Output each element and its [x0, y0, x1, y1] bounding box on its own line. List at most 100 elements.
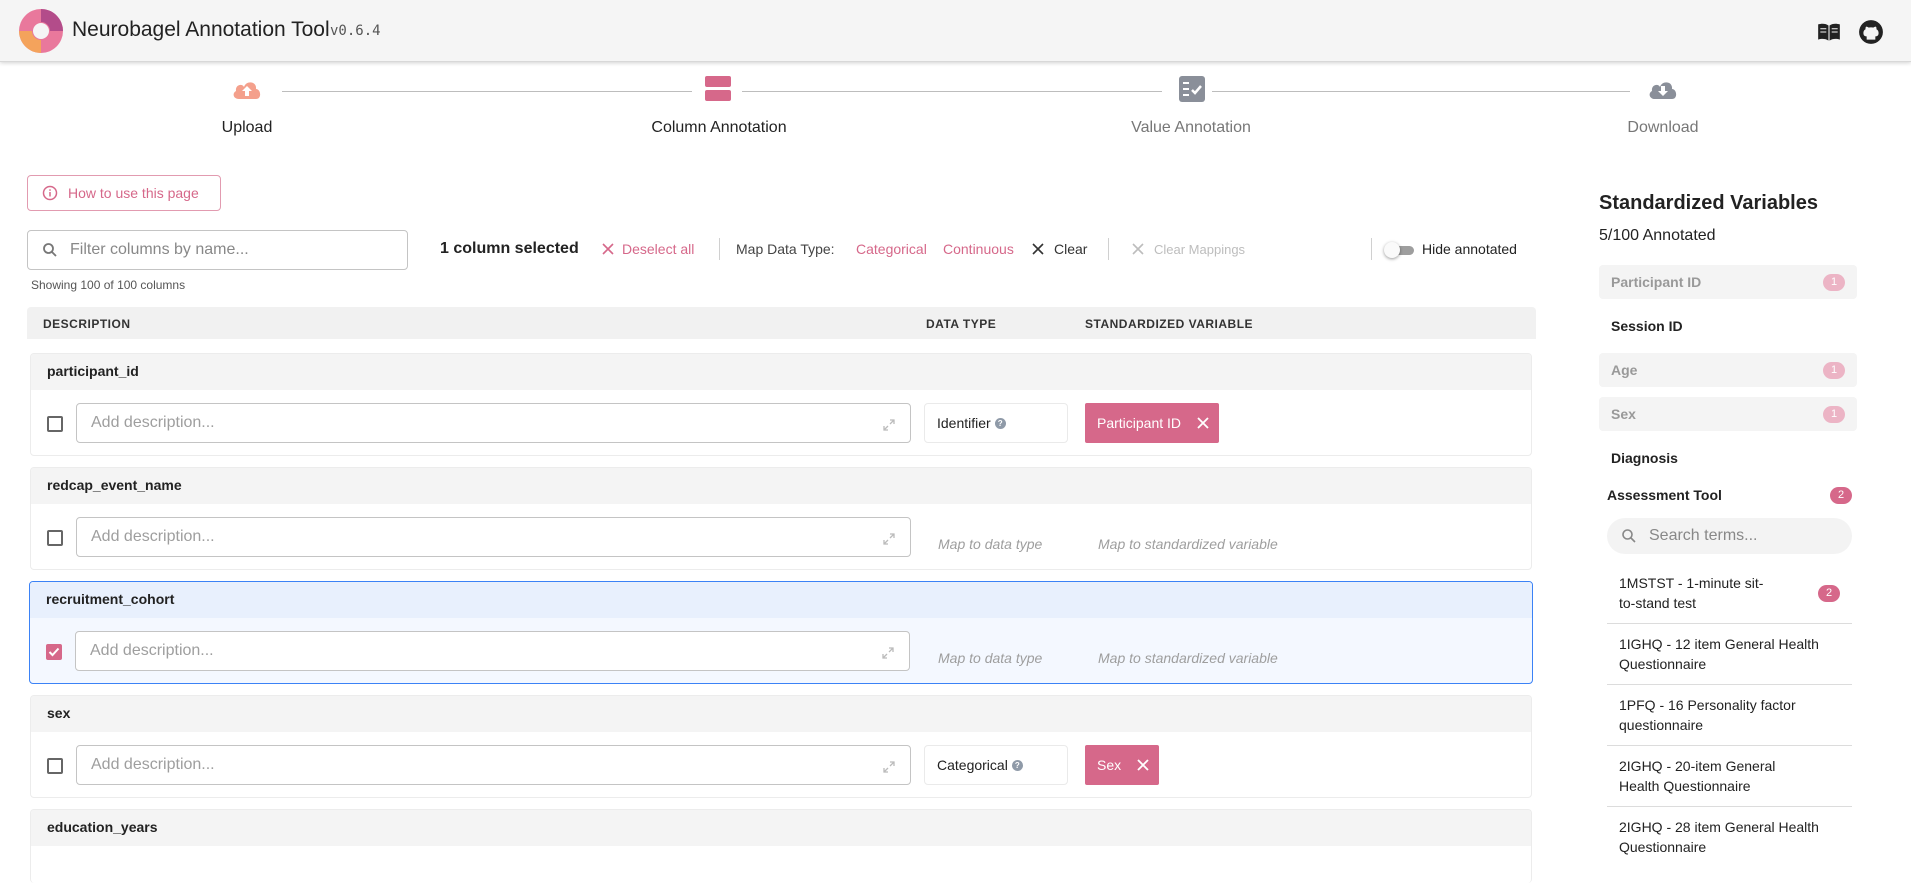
how-to-use-button[interactable]: How to use this page — [27, 175, 221, 211]
clear-label: Clear — [1054, 241, 1088, 257]
column-name: participant_id — [47, 363, 139, 379]
col-header-data-type: DATA TYPE — [926, 317, 997, 331]
close-icon — [602, 243, 614, 255]
variable-item-sex[interactable]: Sex 1 — [1599, 397, 1857, 431]
variable-placeholder[interactable]: Map to standardized variable — [1098, 650, 1278, 666]
col-header-description: DESCRIPTION — [43, 317, 131, 331]
variable-item-assessment-tool[interactable]: Assessment Tool 2 — [1604, 478, 1852, 512]
selection-count: 1 column selected — [440, 240, 579, 257]
github-icon[interactable] — [1858, 19, 1884, 45]
step-download[interactable]: Download — [1513, 119, 1813, 137]
data-type-display: Categorical ? — [924, 745, 1068, 785]
assessment-term-item[interactable]: 2IGHQ - 28 item General Health Questionn… — [1607, 807, 1852, 883]
filter-columns-input[interactable]: Filter columns by name... — [27, 230, 408, 270]
help-icon[interactable]: ? — [994, 417, 1006, 429]
column-row: participant_id Add description... Identi… — [30, 353, 1532, 456]
search-terms-input[interactable]: Search terms... — [1607, 518, 1852, 554]
variable-item-participant-id[interactable]: Participant ID 1 — [1599, 265, 1857, 299]
column-row: sex Add description... Categorical ? Sex — [30, 695, 1532, 798]
deselect-all-label: Deselect all — [622, 241, 695, 257]
description-input[interactable]: Add description... — [76, 517, 911, 557]
assessment-term-item[interactable]: 1IGHQ - 12 item General Health Questionn… — [1607, 624, 1852, 685]
map-continuous-button[interactable]: Continuous — [943, 238, 1014, 260]
count-badge: 1 — [1823, 274, 1845, 291]
showing-count: Showing 100 of 100 columns — [31, 278, 186, 292]
row-checkbox[interactable] — [47, 530, 63, 546]
count-badge: 2 — [1818, 585, 1840, 602]
columns-icon — [705, 76, 731, 101]
column-name: redcap_event_name — [47, 477, 182, 493]
neurobagel-logo — [19, 9, 63, 53]
expand-icon[interactable] — [882, 760, 896, 774]
col-header-standardized-variable: STANDARDIZED VARIABLE — [1085, 317, 1254, 331]
hide-annotated-label: Hide annotated — [1422, 241, 1517, 257]
column-name: sex — [47, 705, 71, 721]
standardized-variable-chip: Participant ID — [1085, 403, 1220, 443]
stepper-connector — [282, 91, 692, 92]
search-icon — [43, 243, 57, 257]
step-upload[interactable]: Upload — [97, 119, 397, 137]
data-type-placeholder[interactable]: Map to data type — [938, 650, 1042, 666]
step-column-annotation[interactable]: Column Annotation — [569, 119, 869, 137]
clear-mappings-button[interactable]: Clear Mappings — [1132, 238, 1245, 260]
clear-mappings-label: Clear Mappings — [1154, 241, 1246, 257]
expand-icon[interactable] — [882, 532, 896, 546]
toggle-knob — [1384, 242, 1400, 258]
assessment-term-item[interactable]: 1PFQ - 16 Personality factor questionnai… — [1607, 685, 1852, 746]
standardized-variable-chip: Sex — [1085, 745, 1160, 785]
variable-item-session-id[interactable]: Session ID — [1599, 309, 1857, 343]
description-input[interactable]: Add description... — [76, 745, 911, 785]
toolbar-divider — [1371, 238, 1372, 260]
remove-variable-icon[interactable] — [1197, 417, 1209, 429]
variable-item-age[interactable]: Age 1 — [1599, 353, 1857, 387]
stepper-connector — [742, 91, 1162, 92]
count-badge: 1 — [1823, 362, 1845, 379]
help-icon[interactable]: ? — [1011, 759, 1023, 771]
hide-annotated-toggle[interactable] — [1384, 242, 1414, 258]
description-input[interactable]: Add description... — [76, 403, 911, 443]
variable-placeholder[interactable]: Map to standardized variable — [1098, 536, 1278, 552]
data-type-placeholder[interactable]: Map to data type — [938, 536, 1042, 552]
toolbar-divider — [719, 238, 720, 260]
deselect-all-button[interactable]: Deselect all — [602, 238, 694, 260]
download-cloud-icon — [1649, 82, 1677, 99]
table-header: DESCRIPTION DATA TYPE STANDARDIZED VARIA… — [27, 307, 1536, 339]
map-data-type-label: Map Data Type: — [736, 241, 835, 257]
column-row: redcap_event_name Add description... Map… — [30, 467, 1532, 570]
row-checkbox-checked[interactable] — [46, 644, 62, 660]
column-name: recruitment_cohort — [46, 591, 175, 607]
app-header: Neurobagel Annotation Tool v0.6.4 — [0, 0, 1911, 62]
stepper-connector — [1212, 91, 1630, 92]
variable-item-diagnosis[interactable]: Diagnosis — [1599, 441, 1857, 475]
search-icon — [1622, 529, 1636, 543]
count-badge: 2 — [1830, 487, 1852, 504]
toolbar-divider — [1108, 238, 1109, 260]
data-type-display: Identifier ? — [924, 403, 1068, 443]
annotated-count: 5/100 Annotated — [1599, 227, 1716, 244]
close-icon — [1032, 243, 1044, 255]
map-categorical-button[interactable]: Categorical — [856, 238, 927, 260]
filter-placeholder: Filter columns by name... — [70, 241, 249, 258]
row-checkbox[interactable] — [47, 416, 63, 432]
description-input[interactable]: Add description... — [75, 631, 910, 671]
panel-title: Standardized Variables — [1599, 192, 1818, 214]
clear-data-type-button[interactable]: Clear — [1032, 238, 1087, 260]
column-row-selected: recruitment_cohort Add description... Ma… — [29, 581, 1533, 684]
check-icon — [48, 647, 60, 657]
column-name: education_years — [47, 819, 158, 835]
step-value-annotation[interactable]: Value Annotation — [1041, 119, 1341, 137]
info-icon — [42, 185, 58, 201]
expand-icon[interactable] — [881, 646, 895, 660]
column-row: education_years — [30, 809, 1532, 883]
count-badge: 1 — [1823, 406, 1845, 423]
close-icon — [1132, 243, 1144, 255]
checklist-icon — [1179, 76, 1205, 102]
docs-book-icon[interactable] — [1816, 19, 1842, 45]
expand-icon[interactable] — [882, 418, 896, 432]
assessment-term-item[interactable]: 1MSTST - 1-minute sit-to-stand test 2 — [1607, 563, 1852, 624]
how-to-use-label: How to use this page — [68, 185, 199, 201]
row-checkbox[interactable] — [47, 758, 63, 774]
upload-cloud-icon — [233, 82, 261, 99]
assessment-term-item[interactable]: 2IGHQ - 20-item General Health Questionn… — [1607, 746, 1852, 807]
remove-variable-icon[interactable] — [1137, 759, 1149, 771]
